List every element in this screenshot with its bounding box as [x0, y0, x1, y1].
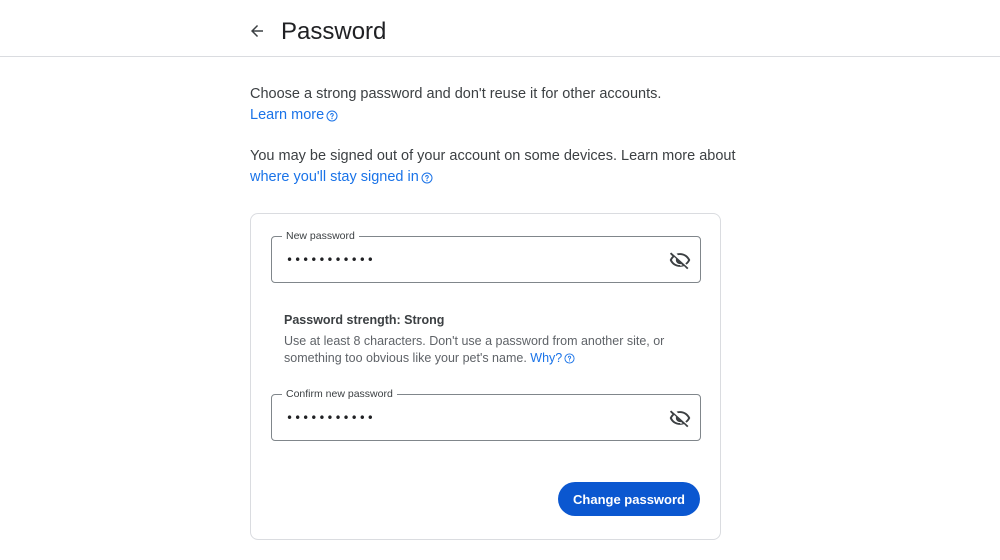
signout-text: You may be signed out of your account on…: [250, 148, 736, 164]
change-password-button[interactable]: Change password: [558, 482, 700, 516]
why-label: Why?: [530, 351, 563, 365]
page-header: Password: [0, 0, 1000, 57]
intro-paragraph: Choose a strong password and don't reuse…: [250, 84, 740, 126]
learn-more-link[interactable]: Learn more: [250, 105, 338, 126]
visibility-off-icon: [669, 252, 691, 270]
stay-signed-in-label: where you'll stay signed in: [250, 169, 419, 185]
back-button[interactable]: [244, 18, 270, 44]
toggle-visibility-button[interactable]: [668, 406, 692, 430]
password-strength-hint: Use at least 8 characters. Don't use a p…: [284, 333, 684, 367]
stay-signed-in-link[interactable]: where you'll stay signed in: [250, 167, 433, 188]
confirm-password-label: Confirm new password: [282, 387, 397, 401]
intro-text: Choose a strong password and don't reuse…: [250, 86, 662, 102]
password-hint-text: Use at least 8 characters. Don't use a p…: [284, 334, 665, 365]
confirm-password-field[interactable]: Confirm new password: [271, 387, 701, 441]
visibility-off-icon: [669, 410, 691, 428]
confirm-password-input[interactable]: [286, 407, 646, 429]
help-circle-icon: [564, 353, 575, 364]
arrow-back-icon: [251, 25, 263, 37]
new-password-input[interactable]: [286, 249, 646, 271]
password-strength-title: Password strength: Strong: [284, 313, 445, 327]
help-circle-icon: [421, 172, 433, 183]
learn-more-label: Learn more: [250, 107, 325, 123]
why-link[interactable]: Why?: [530, 350, 575, 367]
signout-paragraph: You may be signed out of your account on…: [250, 146, 740, 188]
page-title: Password: [281, 18, 387, 45]
help-circle-icon: [326, 110, 338, 121]
toggle-visibility-button[interactable]: [668, 248, 692, 272]
new-password-field[interactable]: New password: [271, 229, 701, 283]
password-form-card: New password Password strength: Strong U…: [250, 213, 721, 540]
new-password-label: New password: [282, 229, 359, 243]
